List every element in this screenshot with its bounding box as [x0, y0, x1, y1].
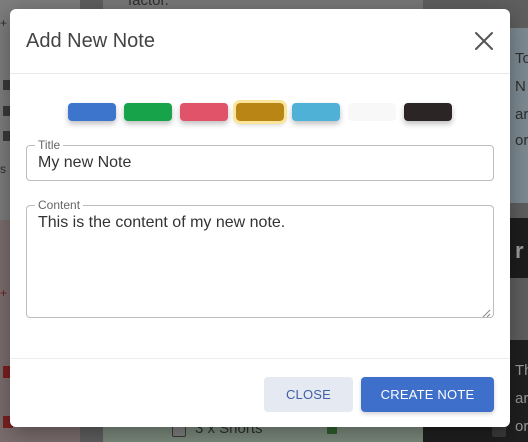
content-field[interactable]: Content This is the content of my new no… [26, 198, 494, 318]
bg-right-line: Th [515, 362, 528, 379]
content-textarea[interactable]: This is the content of my new note. [38, 214, 285, 232]
bg-left-mark: + [0, 286, 8, 300]
color-swatch-cyan[interactable] [292, 103, 340, 121]
bg-top-word: factor. [128, 0, 169, 9]
bg-right-dark-text: r [515, 238, 524, 263]
add-note-dialog: Add New Note Title My new Note Content T… [10, 9, 510, 427]
title-field[interactable]: Title My new Note [26, 138, 494, 181]
color-swatch-red[interactable] [180, 103, 228, 121]
title-field-label: Title [35, 138, 64, 152]
dialog-title: Add New Note [26, 30, 155, 52]
bg-right-line: ar [515, 390, 528, 407]
color-picker [68, 100, 452, 124]
color-swatch-white[interactable] [348, 103, 396, 121]
bg-right-line: or [515, 132, 528, 149]
bg-left-mark: + [0, 16, 8, 30]
color-swatch-blue[interactable] [68, 103, 116, 121]
bg-right-line: ar [515, 106, 528, 123]
bg-right-line: N [515, 78, 526, 95]
title-input[interactable]: My new Note [38, 154, 131, 172]
create-note-button[interactable]: CREATE NOTE [361, 377, 494, 412]
color-swatch-gold[interactable] [233, 100, 287, 124]
bg-right-line: or [515, 418, 528, 435]
content-field-label: Content [35, 198, 84, 212]
dialog-header: Add New Note [10, 9, 510, 74]
dialog-footer: CLOSE CREATE NOTE [10, 358, 510, 427]
close-icon[interactable] [472, 29, 496, 53]
color-swatch-black[interactable] [404, 103, 452, 121]
close-button[interactable]: CLOSE [264, 377, 353, 412]
bg-right-line: To [515, 50, 528, 67]
resize-grip-icon[interactable] [481, 305, 491, 318]
color-swatch-green[interactable] [124, 103, 172, 121]
